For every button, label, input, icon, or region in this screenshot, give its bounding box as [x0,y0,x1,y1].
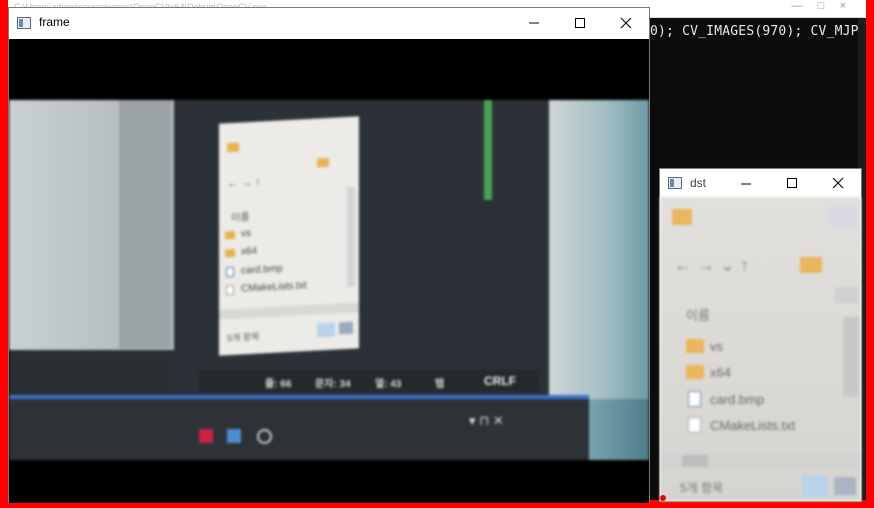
status-line: 줄: 66 [265,379,292,390]
dst-title: dst [690,176,707,190]
folder-icon [800,257,822,273]
file-icon [688,417,701,433]
maximize-icon [575,18,585,28]
explorer-col-header: 이름 [686,308,710,323]
status-tab: 탭 [435,379,445,390]
dst-image-view: ← → ⌄ ↑ 이름 vs x64 card.bmp CMakeLists.tx… [660,197,861,501]
folder-icon [686,339,704,353]
explorer-item: x64 [241,245,258,258]
camera-frame-view: ← → ↑ 이름 vs x64 card.bmp CMakeLists.txt … [9,39,649,503]
explorer-status: 5개 항목 [227,331,260,344]
explorer-item: card.bmp [241,263,283,277]
frame-window[interactable]: frame ← → ↑ 이름 vs x64 card.bmp CMakeList… [8,7,650,503]
camera-image: ← → ↑ 이름 vs x64 card.bmp CMakeLists.txt … [9,100,649,460]
minimize-icon [741,183,751,185]
explorer-item: x64 [710,365,731,380]
close-icon [620,17,632,29]
minimize-icon [529,22,539,24]
status-eol: CRLF [484,374,516,388]
file-icon [688,391,701,407]
close-button[interactable] [603,8,649,38]
status-char: 문자: 34 [315,379,351,390]
folder-icon [225,230,235,240]
explorer-item: CMakeLists.txt [241,280,307,295]
desktop: C:\Users\admin\source\repos\OpenCV\x64\D… [0,0,874,508]
frame-title: frame [39,15,70,29]
minimize-button[interactable] [723,169,769,197]
output-panel: ▾ ⊓ ✕ [9,399,589,460]
folder-icon [225,248,235,258]
folder-icon [672,209,692,225]
explorer-col-header: 이름 [231,212,250,225]
editor-statusbar: 줄: 66 문자: 34 열: 43 탭 CRLF [199,370,539,392]
close-icon [832,177,844,189]
maximize-button[interactable] [557,8,603,38]
dst-window[interactable]: dst ← → ⌄ ↑ 이름 vs x64 card.bmp CMakeList… [659,168,862,502]
maximize-button[interactable] [769,169,815,197]
explorer-status: 5개 항목 [680,481,724,495]
folder-icon [686,365,704,379]
folder-icon [317,157,329,168]
status-col: 열: 43 [375,379,402,390]
window-icon [668,177,682,189]
file-icon [226,266,234,278]
dst-titlebar[interactable]: dst [660,169,861,197]
explorer-window: ← → ↑ 이름 vs x64 card.bmp CMakeLists.txt … [219,116,359,356]
minimize-button[interactable] [511,8,557,38]
close-button[interactable] [815,169,861,197]
window-icon [17,17,31,29]
explorer-item: CMakeLists.txt [710,418,796,433]
red-dot [660,495,666,501]
explorer-item: vs [710,339,723,354]
frame-titlebar[interactable]: frame [9,8,649,39]
explorer-item: card.bmp [710,392,765,407]
console-window-controls[interactable]: — □ × [791,0,846,12]
console-output: 0); CV_IMAGES(970); CV_MJPE [650,24,867,39]
folder-icon [227,142,239,153]
maximize-icon [787,178,797,188]
explorer-item: vs [241,227,251,240]
file-icon [226,284,234,296]
